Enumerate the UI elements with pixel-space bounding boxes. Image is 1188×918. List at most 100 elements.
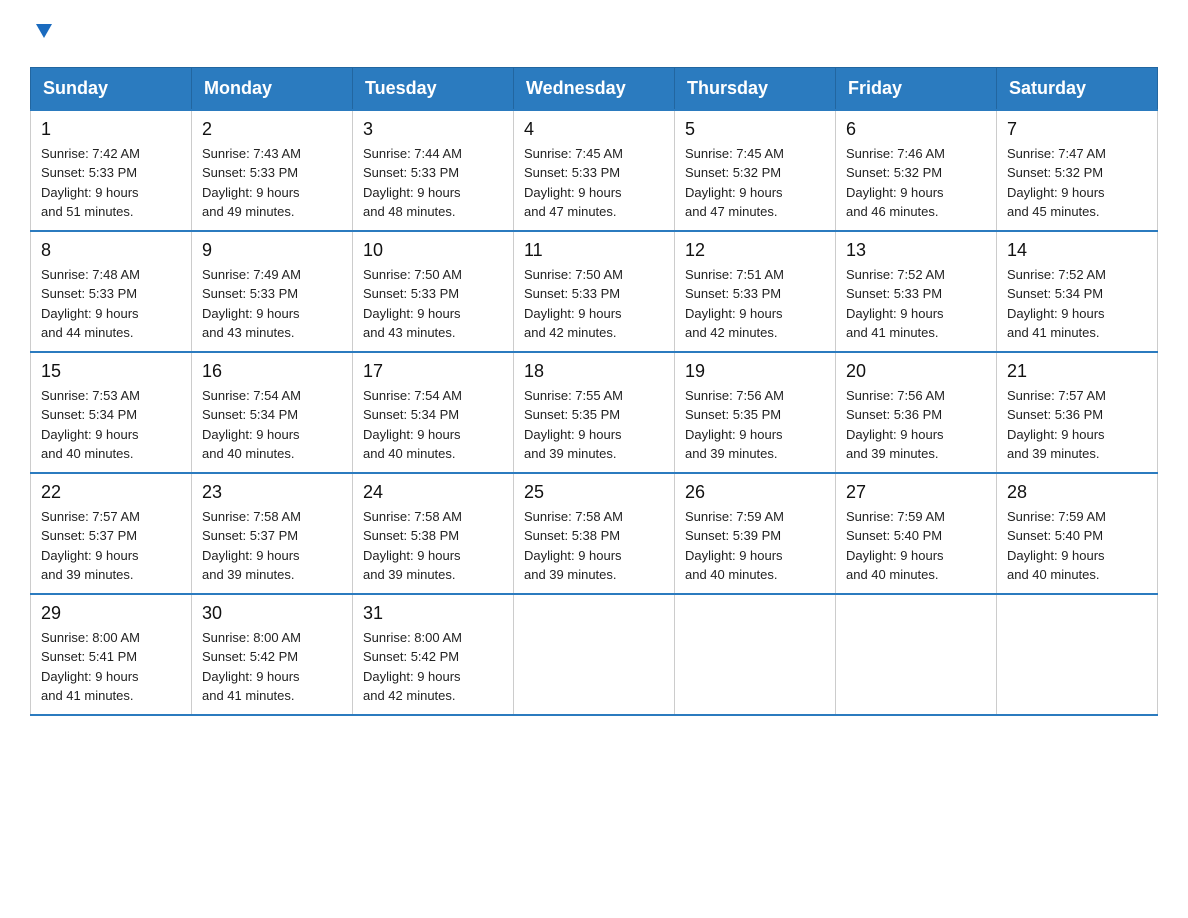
day-number: 16 <box>202 361 342 382</box>
day-header-friday: Friday <box>836 67 997 110</box>
calendar-cell: 19 Sunrise: 7:56 AMSunset: 5:35 PMDayligh… <box>675 352 836 473</box>
day-info: Sunrise: 8:00 AMSunset: 5:41 PMDaylight:… <box>41 628 181 706</box>
day-info: Sunrise: 7:57 AMSunset: 5:36 PMDaylight:… <box>1007 386 1147 464</box>
day-number: 24 <box>363 482 503 503</box>
calendar-cell <box>675 594 836 715</box>
day-info: Sunrise: 7:58 AMSunset: 5:38 PMDaylight:… <box>363 507 503 585</box>
day-number: 13 <box>846 240 986 261</box>
calendar-cell: 15 Sunrise: 7:53 AMSunset: 5:34 PMDayligh… <box>31 352 192 473</box>
calendar-cell: 14 Sunrise: 7:52 AMSunset: 5:34 PMDayligh… <box>997 231 1158 352</box>
calendar-week-row: 15 Sunrise: 7:53 AMSunset: 5:34 PMDayligh… <box>31 352 1158 473</box>
calendar-cell: 31Sunrise: 8:00 AMSunset: 5:42 PMDayligh… <box>353 594 514 715</box>
day-header-sunday: Sunday <box>31 67 192 110</box>
calendar-cell: 22 Sunrise: 7:57 AMSunset: 5:37 PMDayligh… <box>31 473 192 594</box>
day-number: 12 <box>685 240 825 261</box>
day-info: Sunrise: 7:44 AMSunset: 5:33 PMDaylight:… <box>363 144 503 222</box>
day-number: 7 <box>1007 119 1147 140</box>
calendar-cell: 6 Sunrise: 7:46 AMSunset: 5:32 PMDaylight… <box>836 110 997 231</box>
day-number: 21 <box>1007 361 1147 382</box>
calendar-cell: 18Sunrise: 7:55 AMSunset: 5:35 PMDayligh… <box>514 352 675 473</box>
day-info: Sunrise: 7:56 AMSunset: 5:35 PMDaylight:… <box>685 386 825 464</box>
day-info: Sunrise: 7:52 AMSunset: 5:33 PMDaylight:… <box>846 265 986 343</box>
calendar-cell: 27 Sunrise: 7:59 AMSunset: 5:40 PMDayligh… <box>836 473 997 594</box>
day-number: 27 <box>846 482 986 503</box>
calendar-cell: 1 Sunrise: 7:42 AMSunset: 5:33 PMDaylight… <box>31 110 192 231</box>
day-info: Sunrise: 7:46 AMSunset: 5:32 PMDaylight:… <box>846 144 986 222</box>
day-number: 6 <box>846 119 986 140</box>
day-info: Sunrise: 8:00 AMSunset: 5:42 PMDaylight:… <box>202 628 342 706</box>
day-info: Sunrise: 7:57 AMSunset: 5:37 PMDaylight:… <box>41 507 181 585</box>
day-number: 10 <box>363 240 503 261</box>
calendar-cell: 30 Sunrise: 8:00 AMSunset: 5:42 PMDayligh… <box>192 594 353 715</box>
day-info: Sunrise: 7:51 AMSunset: 5:33 PMDaylight:… <box>685 265 825 343</box>
day-header-wednesday: Wednesday <box>514 67 675 110</box>
day-number: 4 <box>524 119 664 140</box>
day-header-tuesday: Tuesday <box>353 67 514 110</box>
calendar-cell <box>514 594 675 715</box>
calendar-cell: 2 Sunrise: 7:43 AMSunset: 5:33 PMDaylight… <box>192 110 353 231</box>
day-number: 30 <box>202 603 342 624</box>
calendar-cell: 8Sunrise: 7:48 AMSunset: 5:33 PMDaylight… <box>31 231 192 352</box>
day-number: 19 <box>685 361 825 382</box>
calendar-cell: 29 Sunrise: 8:00 AMSunset: 5:41 PMDayligh… <box>31 594 192 715</box>
calendar-cell <box>836 594 997 715</box>
day-number: 8 <box>41 240 181 261</box>
day-info: Sunrise: 7:42 AMSunset: 5:33 PMDaylight:… <box>41 144 181 222</box>
day-number: 2 <box>202 119 342 140</box>
calendar-cell: 11 Sunrise: 7:50 AMSunset: 5:33 PMDayligh… <box>514 231 675 352</box>
day-number: 14 <box>1007 240 1147 261</box>
calendar-cell: 21 Sunrise: 7:57 AMSunset: 5:36 PMDayligh… <box>997 352 1158 473</box>
calendar-cell <box>997 594 1158 715</box>
day-number: 22 <box>41 482 181 503</box>
day-info: Sunrise: 7:58 AMSunset: 5:37 PMDaylight:… <box>202 507 342 585</box>
calendar-week-row: 8Sunrise: 7:48 AMSunset: 5:33 PMDaylight… <box>31 231 1158 352</box>
day-info: Sunrise: 7:53 AMSunset: 5:34 PMDaylight:… <box>41 386 181 464</box>
day-info: Sunrise: 7:58 AMSunset: 5:38 PMDaylight:… <box>524 507 664 585</box>
day-info: Sunrise: 7:45 AMSunset: 5:33 PMDaylight:… <box>524 144 664 222</box>
day-number: 25 <box>524 482 664 503</box>
calendar-cell: 28 Sunrise: 7:59 AMSunset: 5:40 PMDayligh… <box>997 473 1158 594</box>
day-info: Sunrise: 7:50 AMSunset: 5:33 PMDaylight:… <box>524 265 664 343</box>
calendar-cell: 3 Sunrise: 7:44 AMSunset: 5:33 PMDaylight… <box>353 110 514 231</box>
day-number: 5 <box>685 119 825 140</box>
day-number: 31 <box>363 603 503 624</box>
calendar-cell: 13 Sunrise: 7:52 AMSunset: 5:33 PMDayligh… <box>836 231 997 352</box>
calendar-cell: 9 Sunrise: 7:49 AMSunset: 5:33 PMDaylight… <box>192 231 353 352</box>
day-info: Sunrise: 7:59 AMSunset: 5:40 PMDaylight:… <box>846 507 986 585</box>
day-number: 20 <box>846 361 986 382</box>
day-number: 26 <box>685 482 825 503</box>
calendar-cell: 5 Sunrise: 7:45 AMSunset: 5:32 PMDaylight… <box>675 110 836 231</box>
day-number: 11 <box>524 240 664 261</box>
day-number: 9 <box>202 240 342 261</box>
day-info: Sunrise: 7:54 AMSunset: 5:34 PMDaylight:… <box>363 386 503 464</box>
day-number: 15 <box>41 361 181 382</box>
calendar-cell: 24 Sunrise: 7:58 AMSunset: 5:38 PMDayligh… <box>353 473 514 594</box>
day-info: Sunrise: 7:52 AMSunset: 5:34 PMDaylight:… <box>1007 265 1147 343</box>
day-info: Sunrise: 7:54 AMSunset: 5:34 PMDaylight:… <box>202 386 342 464</box>
calendar-week-row: 29 Sunrise: 8:00 AMSunset: 5:41 PMDayligh… <box>31 594 1158 715</box>
calendar-week-row: 22 Sunrise: 7:57 AMSunset: 5:37 PMDayligh… <box>31 473 1158 594</box>
day-header-thursday: Thursday <box>675 67 836 110</box>
day-info: Sunrise: 7:45 AMSunset: 5:32 PMDaylight:… <box>685 144 825 222</box>
day-number: 3 <box>363 119 503 140</box>
calendar-cell: 20Sunrise: 7:56 AMSunset: 5:36 PMDayligh… <box>836 352 997 473</box>
day-info: Sunrise: 7:49 AMSunset: 5:33 PMDaylight:… <box>202 265 342 343</box>
day-number: 17 <box>363 361 503 382</box>
day-number: 28 <box>1007 482 1147 503</box>
calendar-cell: 26 Sunrise: 7:59 AMSunset: 5:39 PMDayligh… <box>675 473 836 594</box>
logo-triangle-icon <box>33 20 55 47</box>
calendar-cell: 10Sunrise: 7:50 AMSunset: 5:33 PMDayligh… <box>353 231 514 352</box>
day-number: 29 <box>41 603 181 624</box>
calendar-cell: 12 Sunrise: 7:51 AMSunset: 5:33 PMDayligh… <box>675 231 836 352</box>
page-header <box>30 20 1158 47</box>
day-info: Sunrise: 7:59 AMSunset: 5:39 PMDaylight:… <box>685 507 825 585</box>
calendar-cell: 7Sunrise: 7:47 AMSunset: 5:32 PMDaylight… <box>997 110 1158 231</box>
day-info: Sunrise: 7:59 AMSunset: 5:40 PMDaylight:… <box>1007 507 1147 585</box>
day-header-monday: Monday <box>192 67 353 110</box>
day-info: Sunrise: 7:43 AMSunset: 5:33 PMDaylight:… <box>202 144 342 222</box>
calendar-header-row: SundayMondayTuesdayWednesdayThursdayFrid… <box>31 67 1158 110</box>
day-number: 1 <box>41 119 181 140</box>
logo <box>30 20 55 47</box>
day-number: 18 <box>524 361 664 382</box>
calendar-cell: 4 Sunrise: 7:45 AMSunset: 5:33 PMDaylight… <box>514 110 675 231</box>
